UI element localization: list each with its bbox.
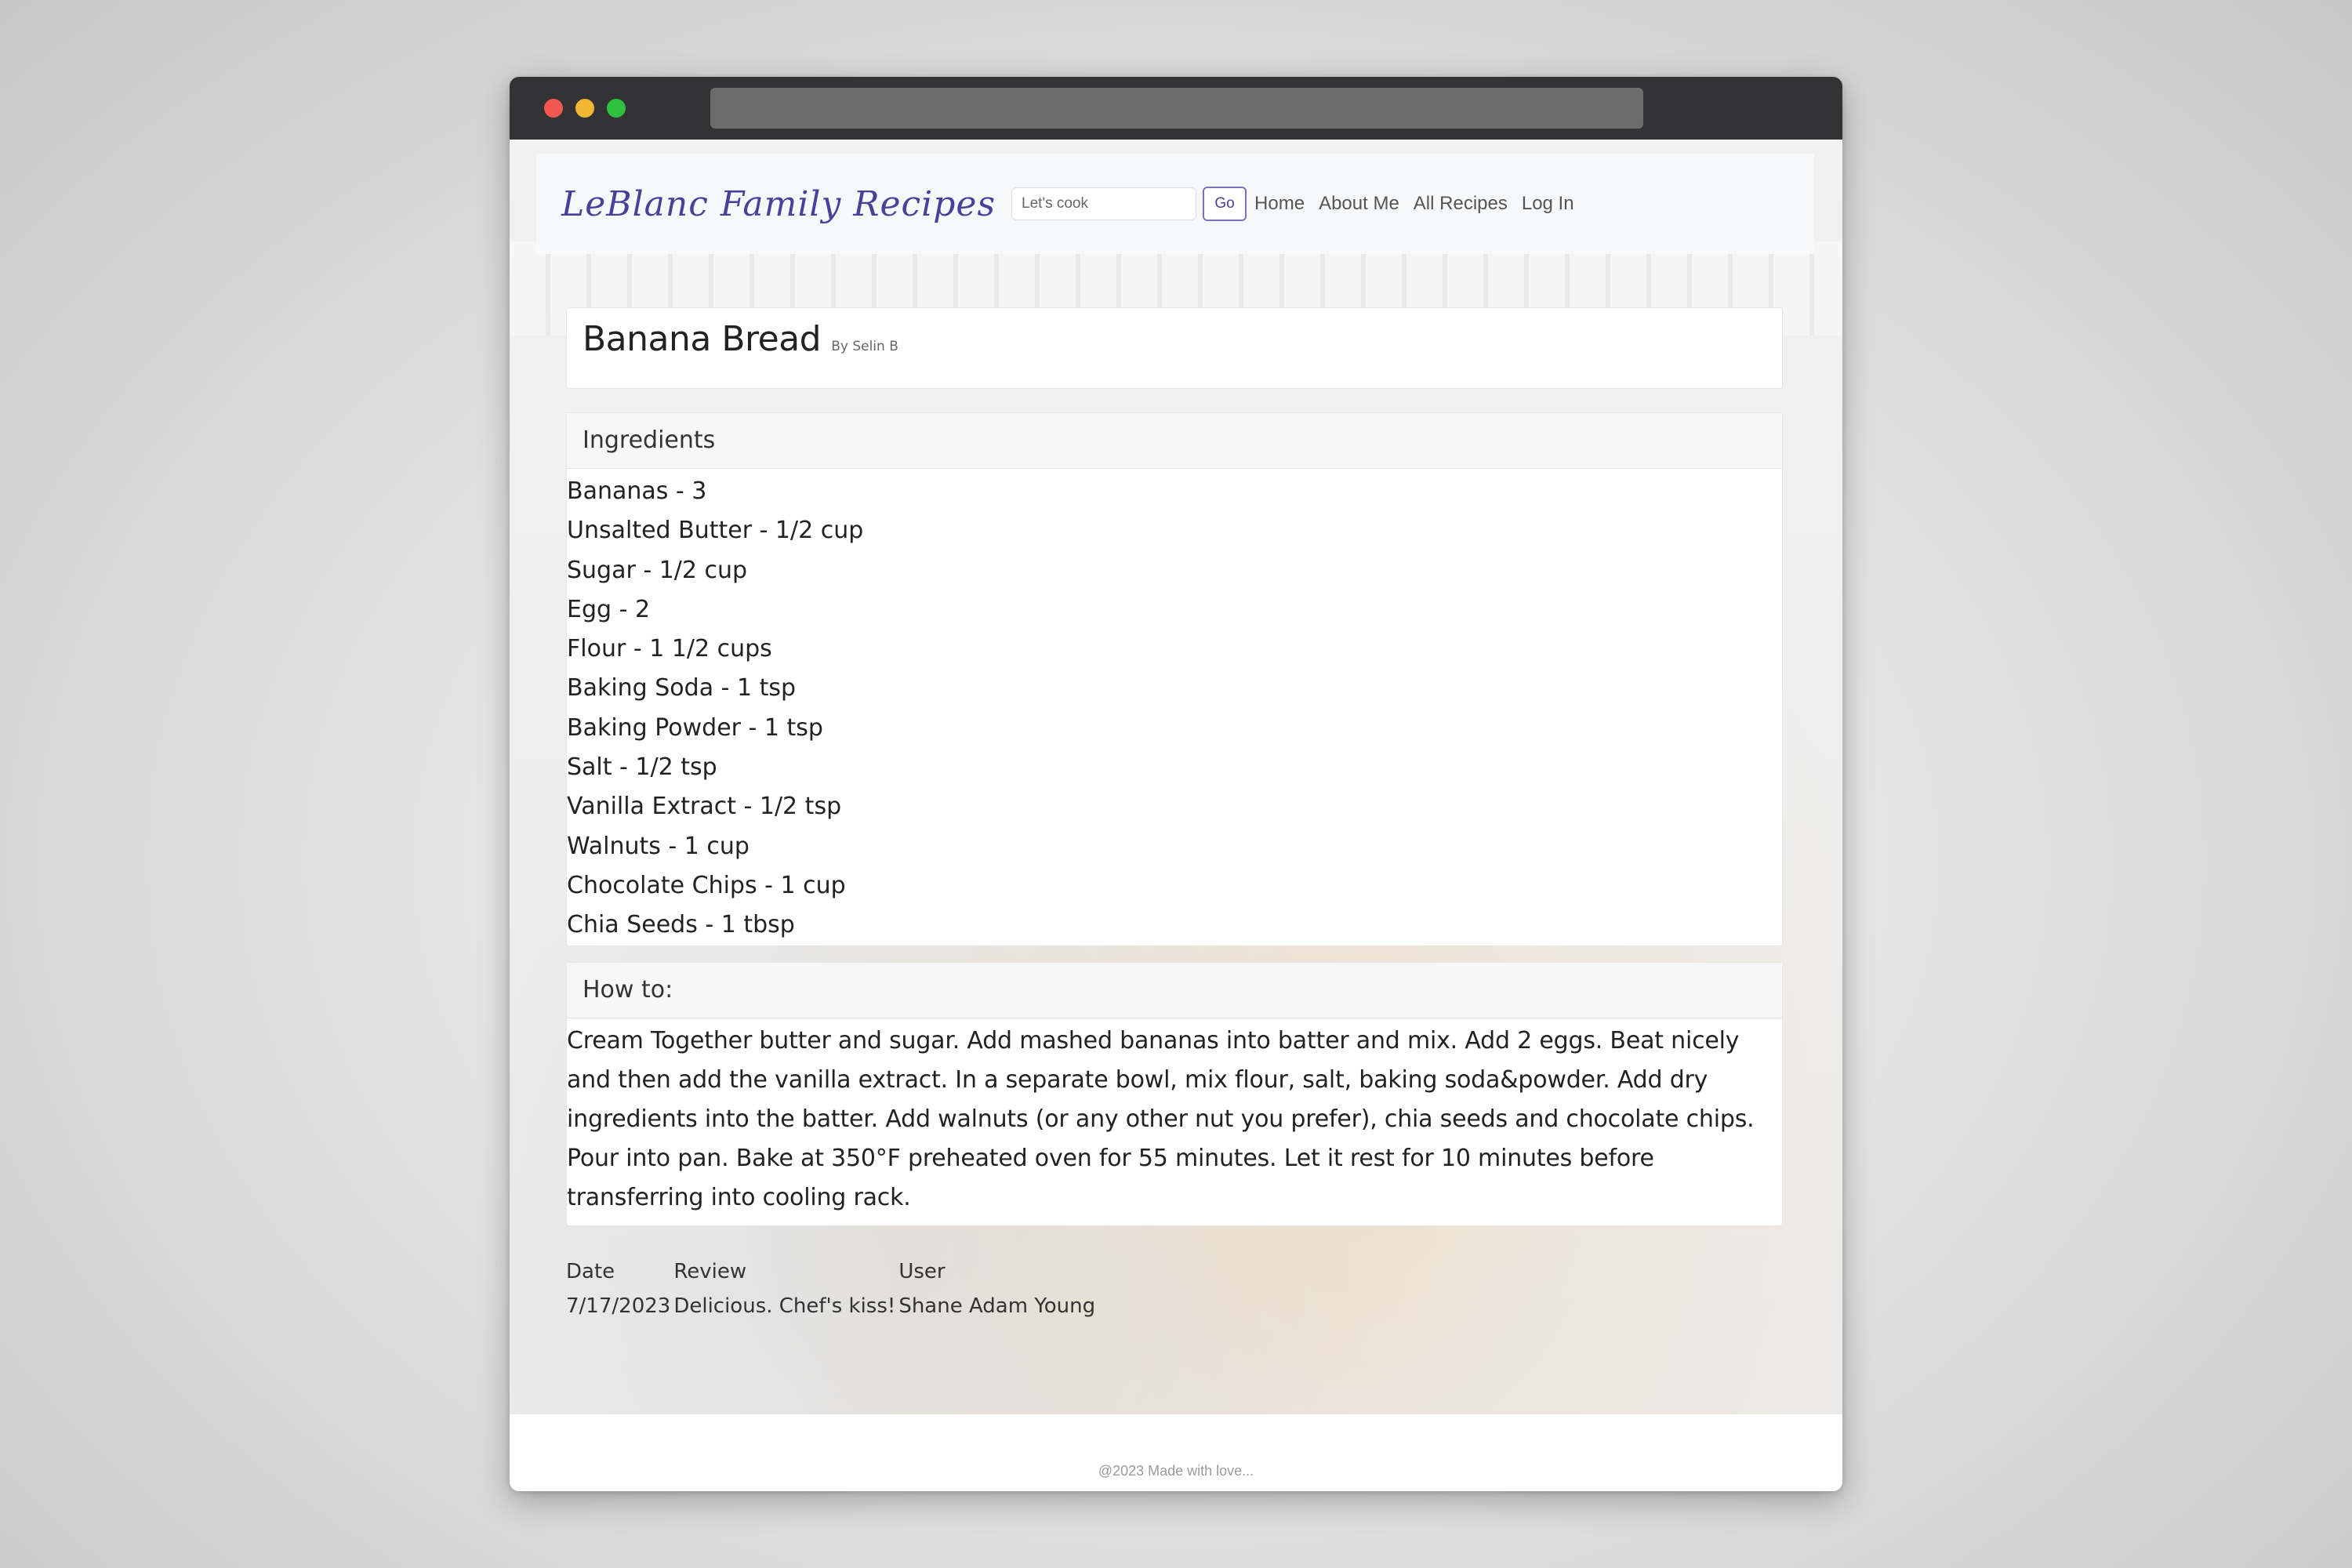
footer-text: @2023 Made with love... — [1098, 1463, 1254, 1479]
ingredient-item: Walnuts - 1 cup — [567, 832, 750, 860]
howto-header: How to: — [567, 962, 1782, 1018]
column-header-date: Date — [566, 1259, 615, 1283]
close-window-button[interactable] — [544, 99, 563, 118]
recipe-title: Banana Bread — [583, 319, 822, 359]
column-header-user: User — [898, 1259, 946, 1283]
ingredient-item: Bananas - 3 — [567, 477, 707, 505]
ingredient-item: Baking Soda - 1 tsp — [567, 674, 797, 702]
ingredients-card: Ingredients Bananas - 3 Unsalted Butter … — [566, 412, 1783, 946]
page-content: LeBlanc Family Recipes Go Home About Me … — [510, 140, 1842, 1414]
minimize-window-button[interactable] — [575, 99, 594, 118]
browser-window: LeBlanc Family Recipes Go Home About Me … — [510, 77, 1842, 1491]
maximize-window-button[interactable] — [607, 99, 626, 118]
footer: @2023 Made with love... — [510, 1414, 1842, 1491]
reviews-header-row: Date Review User — [566, 1254, 1098, 1289]
ingredient-item: Egg - 2 — [567, 595, 651, 623]
navbar: LeBlanc Family Recipes Go Home About Me … — [536, 154, 1814, 254]
ingredient-item: Baking Powder - 1 tsp — [567, 713, 823, 742]
ingredient-item: Flour - 1 1/2 cups — [567, 635, 772, 663]
column-header-review: Review — [673, 1259, 747, 1283]
ingredient-item: Sugar - 1/2 cup — [567, 556, 748, 584]
review-text: Delicious. Chef's kiss! — [673, 1294, 896, 1318]
recipe-title-card: Banana Bread By Selin B — [566, 307, 1783, 389]
ingredient-item: Salt - 1/2 tsp — [567, 753, 717, 782]
window-titlebar — [510, 77, 1842, 140]
ingredient-item: Chia Seeds - 1 tbsp — [567, 911, 795, 939]
ingredient-item: Unsalted Butter - 1/2 cup — [567, 517, 864, 545]
address-bar[interactable] — [710, 88, 1643, 129]
ingredient-list: Bananas - 3 Unsalted Butter - 1/2 cup Su… — [567, 469, 1782, 946]
nav-link-about-me[interactable]: About Me — [1319, 193, 1399, 215]
ingredient-item: Vanilla Extract - 1/2 tsp — [567, 793, 842, 821]
howto-instructions: Cream Together butter and sugar. Add mas… — [567, 1026, 1755, 1211]
search-input[interactable] — [1011, 187, 1197, 220]
nav-link-log-in[interactable]: Log In — [1522, 193, 1574, 215]
nav-link-home[interactable]: Home — [1254, 193, 1305, 215]
go-button[interactable]: Go — [1203, 187, 1247, 221]
review-date: 7/17/2023 — [566, 1294, 671, 1318]
howto-card: How to: Cream Together butter and sugar.… — [566, 961, 1783, 1226]
ingredients-header: Ingredients — [567, 413, 1782, 469]
review-user: Shane Adam Young — [898, 1294, 1096, 1318]
table-row: 7/17/2023 Delicious. Chef's kiss! Shane … — [566, 1289, 1098, 1323]
ingredient-item: Chocolate Chips - 1 cup — [567, 871, 846, 899]
nav-link-all-recipes[interactable]: All Recipes — [1414, 193, 1508, 215]
recipe-author: By Selin B — [831, 339, 898, 354]
site-brand-link[interactable]: LeBlanc Family Recipes — [561, 184, 996, 224]
recipe-content: Banana Bread By Selin B Ingredients Bana… — [566, 307, 1783, 1323]
reviews-table: Date Review User 7/17/2023 Delicious. Ch… — [566, 1254, 1098, 1323]
